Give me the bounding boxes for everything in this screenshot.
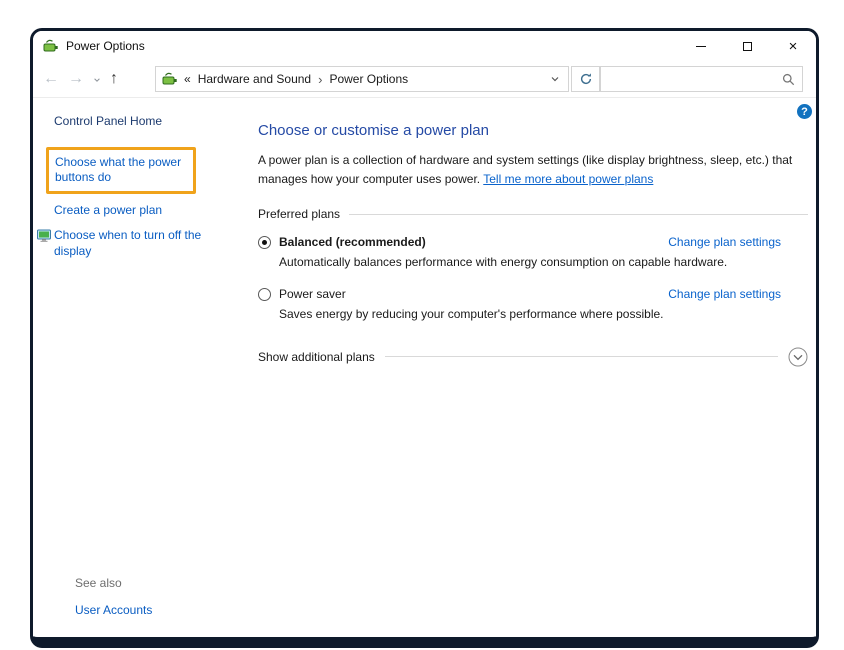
show-additional-plans-expander[interactable] xyxy=(788,347,808,367)
maximize-button[interactable] xyxy=(724,31,770,61)
see-also-section: See also User Accounts xyxy=(75,576,152,618)
titlebar[interactable]: Power Options × xyxy=(33,31,816,61)
see-also-heading: See also xyxy=(75,576,152,592)
minimize-button[interactable] xyxy=(678,31,724,61)
preferred-plans-label: Preferred plans xyxy=(258,207,340,221)
power-saver-plan-label[interactable]: Power saver xyxy=(279,287,346,301)
sidebar-item-choose-power-buttons[interactable]: Choose what the power buttons do xyxy=(55,155,181,185)
address-bar[interactable]: « Hardware and Sound › Power Options xyxy=(155,66,569,92)
close-button[interactable]: × xyxy=(770,31,816,61)
balanced-radio[interactable] xyxy=(258,236,271,249)
balanced-plan-description: Automatically balances performance with … xyxy=(279,254,808,271)
power-saver-radio[interactable] xyxy=(258,288,271,301)
change-plan-settings-link-power-saver[interactable]: Change plan settings xyxy=(668,287,781,301)
page-title: Choose or customise a power plan xyxy=(258,122,808,139)
highlight-annotation-box: Choose what the power buttons do xyxy=(46,147,196,194)
sidebar-item-user-accounts[interactable]: User Accounts xyxy=(75,603,152,619)
window-title: Power Options xyxy=(66,39,145,53)
nav-buttons: ← → ↑ xyxy=(43,71,155,87)
tell-me-more-link[interactable]: Tell me more about power plans xyxy=(483,172,653,186)
show-additional-plans-section: Show additional plans xyxy=(258,347,808,367)
intro-text: A power plan is a collection of hardware… xyxy=(258,151,794,189)
breadcrumb-power-options[interactable]: Power Options xyxy=(329,72,408,86)
maximize-icon xyxy=(743,42,752,51)
display-icon xyxy=(37,229,51,259)
plan-balanced: Balanced (recommended) Change plan setti… xyxy=(258,235,808,271)
preferred-plans-divider xyxy=(349,214,808,215)
search-icon xyxy=(782,73,795,86)
sidebar-item-control-panel-home[interactable]: Control Panel Home xyxy=(54,114,259,130)
navigation-toolbar: ← → ↑ « Hardware and Sound › Power Optio… xyxy=(33,61,816,98)
breadcrumb-overflow-button[interactable]: « xyxy=(184,72,191,86)
up-button[interactable]: ↑ xyxy=(110,71,118,87)
sidebar-item-create-power-plan[interactable]: Create a power plan xyxy=(54,203,162,217)
sidebar-item-choose-when-turn-off-display[interactable]: Choose when to turn off the display xyxy=(54,228,206,259)
power-options-icon-small xyxy=(162,71,178,87)
refresh-button[interactable] xyxy=(571,66,600,92)
show-additional-plans-label: Show additional plans xyxy=(258,350,375,364)
plan-power-saver: Power saver Change plan settings Saves e… xyxy=(258,287,808,323)
main-panel: Choose or customise a power plan A power… xyxy=(258,98,808,367)
minimize-icon xyxy=(696,46,706,47)
balanced-plan-label[interactable]: Balanced (recommended) xyxy=(279,235,426,249)
power-saver-plan-description: Saves energy by reducing your computer's… xyxy=(279,306,808,323)
power-options-window: Power Options × ← → ↑ xyxy=(30,28,819,648)
refresh-icon xyxy=(579,72,593,86)
address-dropdown-chevron-icon[interactable] xyxy=(546,70,564,88)
show-additional-plans-divider xyxy=(385,356,778,357)
search-input[interactable] xyxy=(608,72,782,86)
change-plan-settings-link-balanced[interactable]: Change plan settings xyxy=(668,235,781,249)
breadcrumb-separator-icon: › xyxy=(318,72,322,87)
back-button[interactable]: ← xyxy=(43,71,59,87)
content-area: ? Control Panel Home Choose what the pow… xyxy=(33,98,816,637)
recent-pages-chevron-icon[interactable] xyxy=(93,76,101,84)
sidebar-task-pane: Control Panel Home Choose what the power… xyxy=(54,114,259,270)
power-options-icon xyxy=(43,38,59,54)
forward-button[interactable]: → xyxy=(68,71,84,87)
window-controls: × xyxy=(678,31,816,61)
preferred-plans-section: Preferred plans xyxy=(258,207,808,221)
breadcrumb-hardware-and-sound[interactable]: Hardware and Sound xyxy=(198,72,311,86)
search-box[interactable] xyxy=(600,66,803,92)
